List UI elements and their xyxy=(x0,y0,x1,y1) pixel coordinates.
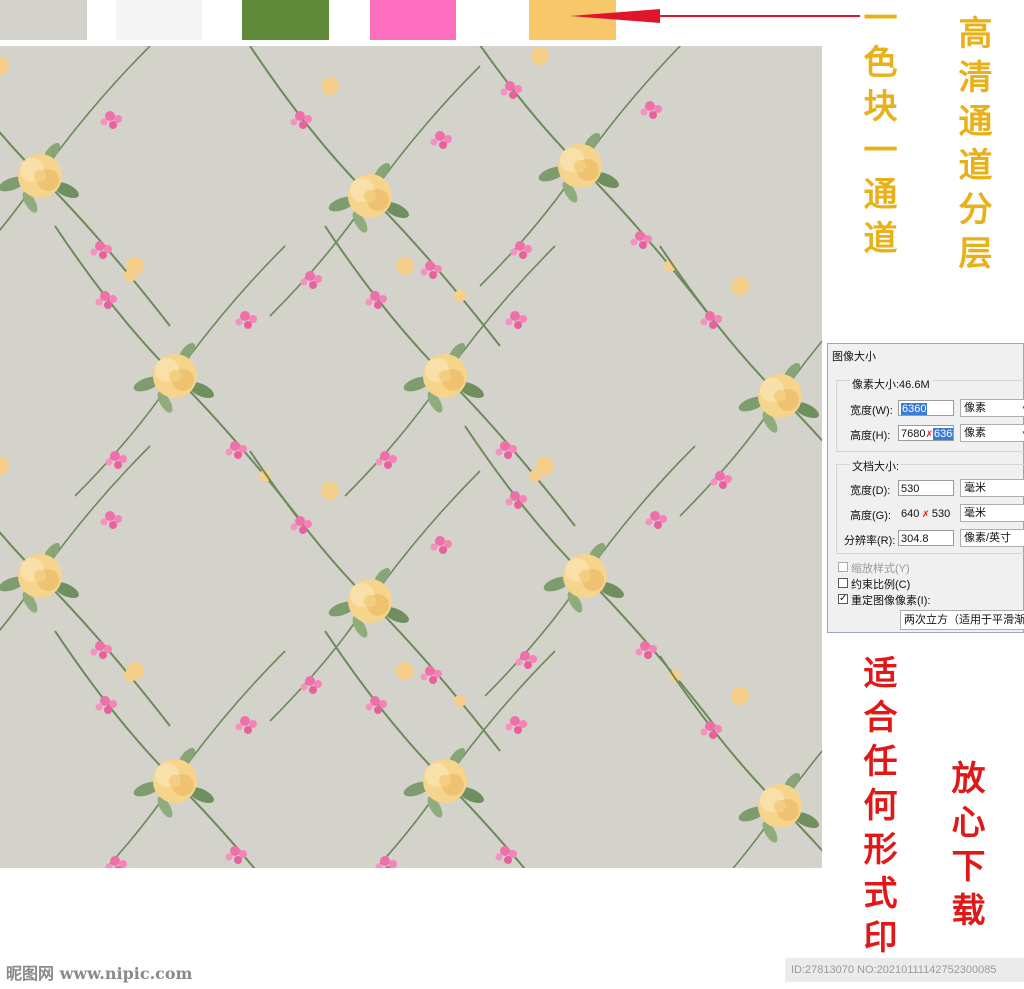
scale-styles-label: 缩放样式(Y) xyxy=(851,563,910,575)
swatch-pink xyxy=(370,0,456,40)
resolution-field[interactable]: 304.8 xyxy=(898,530,954,546)
resample-method-select[interactable]: 两次立方（适用于平滑渐变 xyxy=(900,610,1024,630)
doc-width-value: 530 xyxy=(901,483,920,495)
height-unit: 像素 xyxy=(964,427,986,439)
resolution-unit: 像素/英寸 xyxy=(964,532,1012,544)
height-field[interactable]: 7680✗6360 xyxy=(898,425,954,441)
height-unit-select[interactable]: 像素▾ xyxy=(960,424,1024,442)
resolution-unit-select[interactable]: 像素/英寸 xyxy=(960,529,1024,547)
resample-checkbox[interactable]: ✓ xyxy=(838,594,848,604)
height-value: 6360 xyxy=(933,428,953,440)
swatch-green xyxy=(242,0,329,40)
pixel-size-label: 像素大小:46.6M xyxy=(850,376,932,392)
height-label: 高度(H): xyxy=(850,430,891,442)
dialog-title: 图像大小 xyxy=(832,351,876,363)
width-field[interactable]: 6360 xyxy=(898,400,954,416)
strike-icon: ✗ xyxy=(919,509,932,519)
doc-height-unit: 毫米 xyxy=(964,507,986,519)
strike-icon: ✗ xyxy=(925,429,934,439)
height-old-value: 7680 xyxy=(901,428,926,440)
constrain-checkbox[interactable] xyxy=(838,578,848,588)
doc-width-unit-select[interactable]: 毫米 xyxy=(960,479,1024,497)
resolution-value: 304.8 xyxy=(901,533,929,545)
swatch-gray xyxy=(0,0,87,40)
image-size-dialog: 图像大小 像素大小:46.6M 宽度(W): 6360 像素▾ 高度(H): 7… xyxy=(827,343,1024,633)
width-unit-select[interactable]: 像素▾ xyxy=(960,399,1024,417)
label-suitable-any-print: 适合任何形式印 xyxy=(857,655,897,963)
label-one-block-one-channel: 一色块一通道 xyxy=(857,0,897,264)
doc-height-field[interactable]: 640 ✗ 530 xyxy=(898,505,954,521)
doc-width-unit: 毫米 xyxy=(964,482,986,494)
doc-height-label: 高度(G): xyxy=(850,510,891,522)
constrain-label: 约束比例(C) xyxy=(851,579,911,591)
resolution-label: 分辨率(R): xyxy=(844,535,896,547)
floral-pattern xyxy=(0,46,822,868)
label-hd-channel-layers: 高清通道分层 xyxy=(952,15,992,279)
watermark-right: ID:27813070 NO:20210111142752300085 xyxy=(785,958,1024,982)
watermark-left: 昵图网 www.nipic.com xyxy=(6,964,193,983)
label-download-freely: 放心下载 xyxy=(945,760,985,936)
doc-size-label: 文档大小: xyxy=(850,458,902,474)
doc-height-unit-select[interactable]: 毫米 xyxy=(960,504,1024,522)
doc-width-label: 宽度(D): xyxy=(850,485,891,497)
doc-height-value: 530 xyxy=(931,508,951,520)
red-arrow xyxy=(570,9,860,23)
doc-height-old-value: 640 xyxy=(901,508,920,520)
scale-styles-checkbox[interactable] xyxy=(838,562,848,572)
swatch-white xyxy=(116,0,202,40)
width-value: 6360 xyxy=(901,403,928,415)
resample-label: 重定图像像素(I): xyxy=(851,595,931,607)
doc-width-field[interactable]: 530 xyxy=(898,480,954,496)
width-unit: 像素 xyxy=(964,402,986,414)
width-label: 宽度(W): xyxy=(850,405,893,417)
